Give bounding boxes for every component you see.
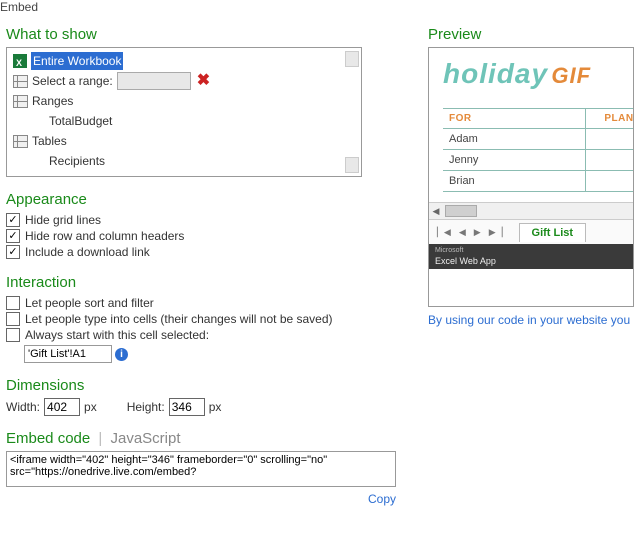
preview-sheet-tabs: ▏◀ ◀ ▶ ▶▕ Gift List	[429, 219, 633, 244]
table-row: Jenny 30	[443, 150, 633, 171]
width-input[interactable]	[44, 398, 80, 416]
section-interaction: Interaction	[6, 274, 406, 291]
checkbox-type-cells[interactable]: Let people type into cells (their change…	[6, 311, 406, 327]
checkbox-icon[interactable]	[6, 245, 20, 259]
copy-link[interactable]: Copy	[6, 492, 396, 506]
checkbox-sort-filter[interactable]: Let people sort and filter	[6, 295, 406, 311]
checkbox-start-cell[interactable]: Always start with this cell selected:	[6, 327, 406, 343]
what-to-show-tree[interactable]: Entire Workbook Select a range: ✖ Ranges…	[6, 47, 362, 177]
tree-label: Select a range:	[32, 72, 113, 90]
brand-ms: Microsoft	[435, 246, 627, 256]
clear-range-icon[interactable]: ✖	[197, 74, 210, 88]
tree-label: Tables	[32, 132, 67, 150]
dialog-title: Embed	[0, 0, 640, 14]
checkbox-label: Hide row and column headers	[25, 229, 184, 243]
tree-label: Gifts	[49, 172, 74, 177]
checkbox-label: Include a download link	[25, 245, 150, 259]
col-header-planned: PLANNED % OF	[586, 109, 633, 128]
checkbox-hide-headers[interactable]: Hide row and column headers	[6, 228, 406, 244]
checkbox-icon[interactable]	[6, 312, 20, 326]
sheet-tab-gift-list[interactable]: Gift List	[519, 223, 587, 242]
preview-table: FOR PLANNED % OF Adam 30 Jenny 30 Brian …	[443, 108, 633, 192]
range-icon	[13, 75, 28, 88]
right-panel: Preview holiday GIF FOR PLANNED % OF Ada…	[428, 26, 634, 506]
checkbox-hide-grid[interactable]: Hide grid lines	[6, 212, 406, 228]
checkbox-icon[interactable]	[6, 296, 20, 310]
info-icon[interactable]: i	[115, 348, 128, 361]
scrollbar-thumb[interactable]	[345, 51, 359, 67]
preview-brand-bar: Microsoft Excel Web App	[429, 244, 633, 269]
checkbox-download-link[interactable]: Include a download link	[6, 244, 406, 260]
tree-label: Entire Workbook	[31, 52, 123, 70]
checkbox-label: Always start with this cell selected:	[25, 328, 209, 342]
brand-app: Excel Web App	[435, 256, 627, 266]
sheet-nav-next-icon[interactable]: ▶	[474, 227, 481, 238]
section-preview: Preview	[428, 26, 634, 43]
width-label: Width:	[6, 400, 40, 414]
preview-hscrollbar[interactable]: ◀	[429, 202, 633, 219]
sheet-nav-last-icon[interactable]: ▶▕	[489, 227, 503, 238]
ranges-icon	[13, 95, 28, 108]
range-input[interactable]	[117, 72, 191, 90]
tab-embed-code[interactable]: Embed code	[6, 430, 90, 447]
height-label: Height:	[127, 400, 165, 414]
preview-frame: holiday GIF FOR PLANNED % OF Adam 30 Jen…	[428, 47, 634, 307]
checkbox-icon[interactable]	[6, 213, 20, 227]
tree-table-item[interactable]: Gifts	[47, 171, 357, 177]
preview-disclaimer[interactable]: By using our code in your website you ag…	[428, 313, 634, 327]
scroll-thumb[interactable]	[445, 205, 477, 217]
sheet-nav-first-icon[interactable]: ▏◀	[437, 227, 451, 238]
checkbox-label: Let people type into cells (their change…	[25, 312, 333, 326]
checkbox-icon[interactable]	[6, 328, 20, 342]
unit-label: px	[84, 400, 97, 414]
tree-label: TotalBudget	[49, 112, 112, 130]
left-panel: What to show Entire Workbook Select a ra…	[6, 26, 406, 506]
tree-tables-group[interactable]: Tables	[11, 131, 357, 151]
tree-entire-workbook[interactable]: Entire Workbook	[11, 51, 357, 71]
tree-label: Recipients	[49, 152, 105, 170]
checkbox-icon[interactable]	[6, 229, 20, 243]
section-appearance: Appearance	[6, 191, 406, 208]
embed-code-textarea[interactable]: <iframe width="402" height="346" framebo…	[6, 451, 396, 487]
tree-select-range[interactable]: Select a range: ✖	[11, 71, 357, 91]
preview-title: holiday GIF	[443, 58, 633, 90]
tree-range-item[interactable]: TotalBudget	[47, 111, 357, 131]
height-input[interactable]	[169, 398, 205, 416]
excel-icon	[13, 54, 27, 68]
tree-table-item[interactable]: Recipients	[47, 151, 357, 171]
tree-ranges-group[interactable]: Ranges	[11, 91, 357, 111]
unit-label: px	[209, 400, 222, 414]
checkbox-label: Hide grid lines	[25, 213, 101, 227]
tab-javascript[interactable]: JavaScript	[110, 430, 180, 447]
scroll-left-icon[interactable]: ◀	[429, 206, 443, 217]
table-row: Adam 30	[443, 129, 633, 150]
preview-title-sub: GIF	[551, 63, 591, 88]
col-header-for: FOR	[443, 109, 586, 128]
sheet-nav-prev-icon[interactable]: ◀	[459, 227, 466, 238]
section-dimensions: Dimensions	[6, 377, 406, 394]
preview-title-main: holiday	[443, 58, 548, 89]
scrollbar-thumb[interactable]	[345, 157, 359, 173]
tree-label: Ranges	[32, 92, 73, 110]
section-what-to-show: What to show	[6, 26, 406, 43]
section-embed-code: Embed code | JavaScript	[6, 430, 406, 447]
start-cell-input[interactable]	[24, 345, 112, 363]
tables-icon	[13, 135, 28, 148]
checkbox-label: Let people sort and filter	[25, 296, 154, 310]
table-row: Brian 20	[443, 171, 633, 192]
